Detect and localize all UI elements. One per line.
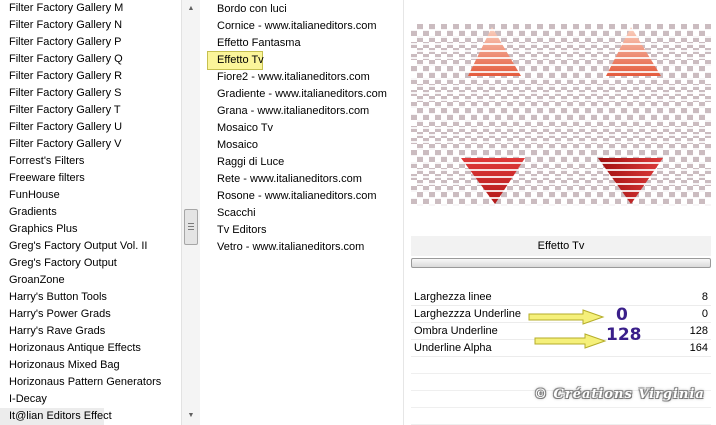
effect-item[interactable]: Gradiente - www.italianeditors.com [207, 86, 387, 103]
effect-item[interactable]: Fiore2 - www.italianeditors.com [207, 69, 370, 86]
category-item[interactable]: Filter Factory Gallery T [0, 102, 181, 119]
scanline-overlay [411, 24, 711, 206]
category-item[interactable]: Graphics Plus [0, 221, 181, 238]
category-item[interactable]: Gradients [0, 204, 181, 221]
param-value[interactable]: 8 [702, 289, 708, 306]
category-item[interactable]: GroanZone [0, 272, 181, 289]
category-item[interactable]: I-Decay [0, 391, 181, 408]
param-name: Ombra Underline [414, 325, 498, 337]
annotation-arrow-icon [534, 333, 607, 349]
category-item[interactable]: Horizonaus Mixed Bag [0, 357, 181, 374]
scrollbar-thumb[interactable] [184, 209, 198, 245]
category-item[interactable]: Horizonaus Antique Effects [0, 340, 181, 357]
category-item[interactable]: Filter Factory Gallery Q [0, 51, 181, 68]
grip-line [188, 229, 194, 230]
param-value[interactable]: 128 [690, 323, 708, 340]
category-item[interactable]: Filter Factory Gallery P [0, 34, 181, 51]
effect-item[interactable]: Rete - www.italianeditors.com [207, 171, 362, 188]
category-item[interactable]: Filter Factory Gallery S [0, 85, 181, 102]
param-value[interactable]: 164 [690, 340, 708, 357]
param-row[interactable]: Larghezza linee 8 [411, 289, 711, 306]
param-row-empty [411, 408, 711, 425]
effect-item[interactable]: Rosone - www.italianeditors.com [207, 188, 377, 205]
effect-item[interactable]: Mosaico [207, 137, 258, 154]
category-item[interactable]: Filter Factory Gallery M [0, 0, 181, 17]
effect-progress-bar [411, 258, 711, 268]
annotation-value-128: 128 [606, 325, 642, 345]
category-item[interactable]: Harry's Power Grads [0, 306, 181, 323]
effect-item[interactable]: Bordo con luci [207, 1, 287, 18]
category-item[interactable]: Filter Factory Gallery R [0, 68, 181, 85]
param-name: Larghezzza Underline [414, 308, 522, 320]
param-name: Larghezza linee [414, 291, 492, 303]
category-item[interactable]: Greg's Factory Output [0, 255, 181, 272]
annotation-arrow-icon [528, 309, 605, 325]
category-item[interactable]: It@lian Editors Effect [0, 408, 112, 425]
param-value[interactable]: 0 [702, 306, 708, 323]
category-scrollbar[interactable]: ▲ ▼ [181, 0, 200, 425]
effect-item[interactable]: Effetto Fantasma [207, 35, 301, 52]
effect-list-panel: Bordo con luci Cornice - www.italianedito… [207, 0, 402, 425]
category-item[interactable]: Greg's Factory Output Vol. II [0, 238, 181, 255]
category-list[interactable]: Filter Factory Gallery M Filter Factory G… [0, 0, 181, 425]
grip-line [188, 226, 194, 227]
category-item[interactable]: Freeware filters [0, 170, 181, 187]
category-item[interactable]: Filter Factory Gallery U [0, 119, 181, 136]
effect-item[interactable]: Grana - www.italianeditors.com [207, 103, 369, 120]
category-item[interactable]: Harry's Rave Grads [0, 323, 181, 340]
watermark: © Créations Virginia [534, 387, 705, 402]
category-list-panel: Filter Factory Gallery M Filter Factory G… [0, 0, 200, 425]
category-item[interactable]: Filter Factory Gallery V [0, 136, 181, 153]
param-name: Underline Alpha [414, 342, 492, 354]
param-row-empty [411, 357, 711, 374]
effect-preview [411, 24, 711, 206]
effect-item[interactable]: Vetro - www.italianeditors.com [207, 239, 364, 256]
effect-item[interactable]: Scacchi [207, 205, 256, 222]
effect-item[interactable]: Mosaico Tv [207, 120, 273, 137]
effect-title: Effetto Tv [411, 236, 711, 256]
grip-line [188, 223, 194, 224]
arrow-up-icon[interactable]: ▲ [182, 1, 200, 17]
category-item[interactable]: Forrest's Filters [0, 153, 181, 170]
effect-item[interactable]: Raggi di Luce [207, 154, 284, 171]
effect-item[interactable]: Effetto Tv [207, 51, 264, 70]
category-item[interactable]: Horizonaus Pattern Generators [0, 374, 181, 391]
effect-item[interactable]: Cornice - www.italianeditors.com [207, 18, 377, 35]
category-item[interactable]: Filter Factory Gallery N [0, 17, 181, 34]
category-item[interactable]: FunHouse [0, 187, 181, 204]
arrow-down-icon[interactable]: ▼ [182, 408, 200, 424]
annotation-value-0: 0 [616, 305, 628, 325]
panel-divider [403, 0, 404, 425]
category-item[interactable]: Harry's Button Tools [0, 289, 181, 306]
effect-item[interactable]: Tv Editors [207, 222, 267, 239]
